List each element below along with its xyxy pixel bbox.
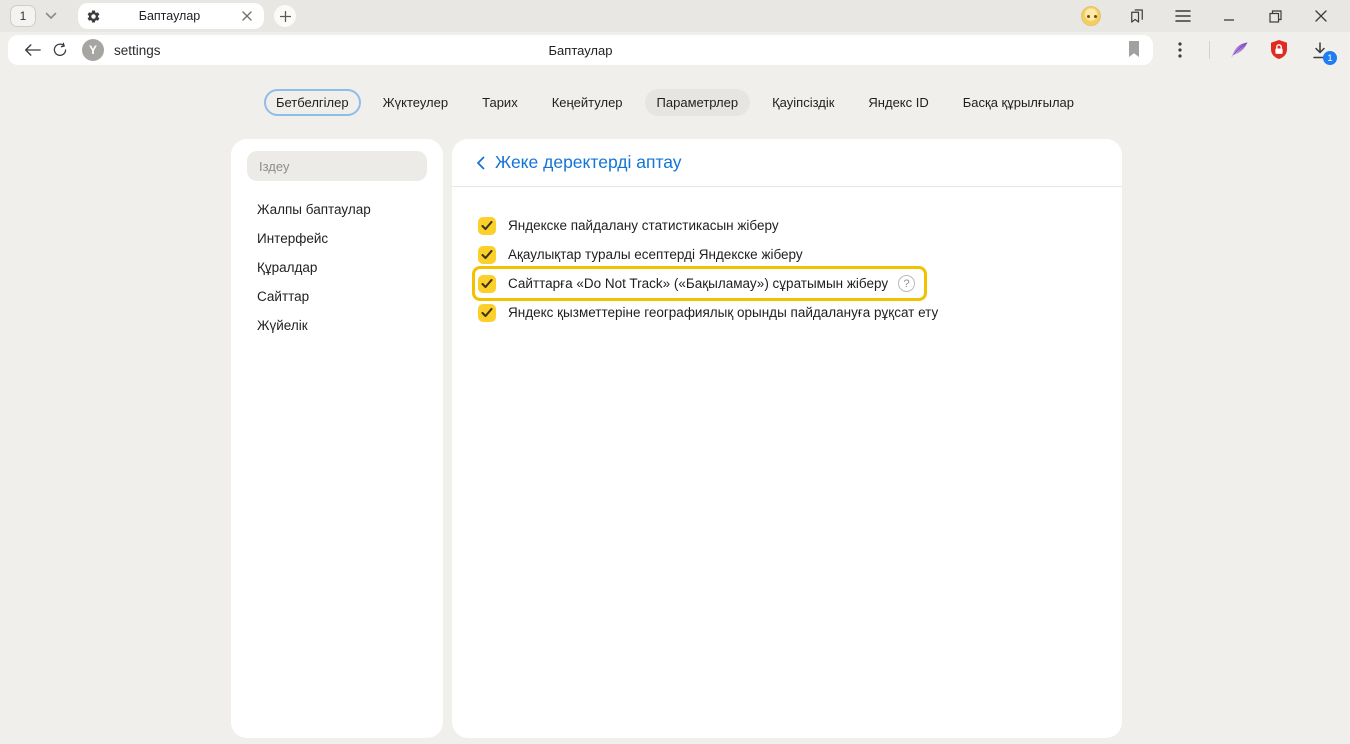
avatar-image — [1081, 6, 1101, 26]
tab-settings[interactable]: Параметрлер — [645, 89, 751, 116]
tab-title: Баптаулар — [101, 9, 238, 23]
tab-settings[interactable]: Баптаулар — [78, 3, 264, 29]
downloads-button[interactable]: 1 — [1308, 38, 1332, 62]
extension-feather-button[interactable] — [1228, 39, 1250, 61]
plus-icon — [280, 11, 291, 22]
feather-icon — [1228, 39, 1250, 61]
option-row-crash-reports[interactable]: Ақаулықтар туралы есептерді Яндекске жіб… — [452, 240, 1122, 269]
option-label: Яндекске пайдалану статистикасын жіберу — [508, 218, 779, 233]
downloads-badge: 1 — [1323, 51, 1337, 65]
tab-extensions[interactable]: Кеңейтулер — [540, 89, 635, 116]
menu-button[interactable] — [1172, 5, 1194, 27]
tab-bookmarks[interactable]: Бетбелгілер — [264, 89, 361, 116]
tab-close-button[interactable] — [238, 7, 256, 25]
collections-button[interactable] — [1126, 5, 1148, 27]
settings-page: Бетбелгілер Жүктеулер Тарих Кеңейтулер П… — [0, 68, 1350, 744]
checkmark-icon — [481, 221, 493, 231]
tab-list-chevron-button[interactable] — [38, 5, 64, 27]
toolbar-right-controls: 1 — [1153, 38, 1342, 62]
help-icon[interactable]: ? — [898, 275, 915, 292]
minimize-button[interactable] — [1218, 5, 1240, 27]
sidebar-item-tools[interactable]: Құралдар — [231, 253, 443, 282]
sidebar-item-interface[interactable]: Интерфейс — [231, 224, 443, 253]
hamburger-icon — [1175, 10, 1191, 22]
checkbox-checked[interactable] — [478, 246, 496, 264]
site-icon[interactable]: Y — [82, 39, 104, 61]
checkbox-checked[interactable] — [478, 217, 496, 235]
tab-history[interactable]: Тарих — [470, 89, 530, 116]
profile-avatar[interactable] — [1080, 5, 1102, 27]
close-window-button[interactable] — [1310, 5, 1332, 27]
site-icon-letter: Y — [89, 43, 97, 57]
address-bar[interactable]: Y settings Баптаулар — [8, 35, 1153, 65]
tab-security[interactable]: Қауіпсіздік — [760, 89, 846, 116]
option-label: Яндекс қызметтеріне географиялық орынды … — [508, 305, 938, 320]
shield-lock-icon — [1269, 39, 1289, 61]
collections-icon — [1128, 7, 1146, 25]
settings-main-panel: Жеке деректерді аптау Яндекске пайдалану… — [452, 139, 1122, 738]
new-tab-button[interactable] — [274, 5, 296, 27]
option-label: Ақаулықтар туралы есептерді Яндекске жіб… — [508, 247, 803, 262]
restore-icon — [1269, 10, 1282, 23]
sidebar-item-system[interactable]: Жүйелік — [231, 311, 443, 340]
tab-bar: 1 Баптаулар — [0, 0, 1350, 32]
checkmark-icon — [481, 250, 493, 260]
option-row-do-not-track[interactable]: Сайттарға «Do Not Track» («Бақыламау») с… — [472, 266, 927, 301]
tab-counter-button[interactable]: 1 — [10, 5, 36, 27]
option-label: Сайттарға «Do Not Track» («Бақыламау») с… — [508, 276, 888, 291]
adblock-shield-button[interactable] — [1268, 39, 1290, 61]
checkmark-icon — [481, 279, 493, 289]
tab-downloads[interactable]: Жүктеулер — [371, 89, 461, 116]
back-button[interactable] — [18, 37, 46, 63]
privacy-options-list: Яндекске пайдалану статистикасын жіберу … — [452, 187, 1122, 327]
back-arrow-icon — [24, 43, 41, 57]
section-back-header[interactable]: Жеке деректерді аптау — [452, 139, 1122, 187]
option-row-usage-stats[interactable]: Яндекске пайдалану статистикасын жіберу — [452, 211, 1122, 240]
browser-window: 1 Баптаулар — [0, 0, 1350, 744]
url-text[interactable]: settings — [114, 43, 161, 58]
close-icon — [1315, 10, 1327, 22]
checkbox-checked[interactable] — [478, 304, 496, 322]
sidebar-item-sites[interactable]: Сайттар — [231, 282, 443, 311]
restore-button[interactable] — [1264, 5, 1286, 27]
minimize-icon — [1223, 10, 1235, 22]
option-row-geolocation[interactable]: Яндекс қызметтеріне географиялық орынды … — [452, 298, 1122, 327]
sidebar-item-general[interactable]: Жалпы баптаулар — [231, 195, 443, 224]
settings-nav-tabs: Бетбелгілер Жүктеулер Тарих Кеңейтулер П… — [0, 68, 1350, 116]
tabbar-right-controls — [1080, 5, 1340, 27]
omnibox-more-button[interactable] — [1169, 39, 1191, 61]
search-input[interactable] — [247, 151, 427, 181]
toolbar: Y settings Баптаулар 1 — [0, 32, 1350, 68]
tab-yandex-id[interactable]: Яндекс ID — [856, 89, 940, 116]
gear-icon — [86, 9, 101, 24]
checkmark-icon — [481, 308, 493, 318]
reload-icon — [52, 42, 68, 58]
reload-button[interactable] — [46, 37, 74, 63]
tab-other-devices[interactable]: Басқа құрылғылар — [951, 89, 1086, 116]
kebab-dots-icon — [1178, 42, 1182, 58]
sidebar-menu: Жалпы баптаулар Интерфейс Құралдар Сайтт… — [231, 195, 443, 340]
section-heading: Жеке деректерді аптау — [495, 152, 682, 173]
toolbar-separator — [1209, 41, 1210, 59]
checkbox-checked[interactable] — [478, 275, 496, 293]
chevron-left-icon — [476, 156, 485, 170]
page-title: Баптаулар — [8, 43, 1153, 58]
bookmark-flag-icon — [1127, 40, 1141, 58]
settings-sidebar: Жалпы баптаулар Интерфейс Құралдар Сайтт… — [231, 139, 443, 738]
chevron-down-icon — [45, 12, 57, 20]
bookmark-button[interactable] — [1127, 40, 1141, 58]
